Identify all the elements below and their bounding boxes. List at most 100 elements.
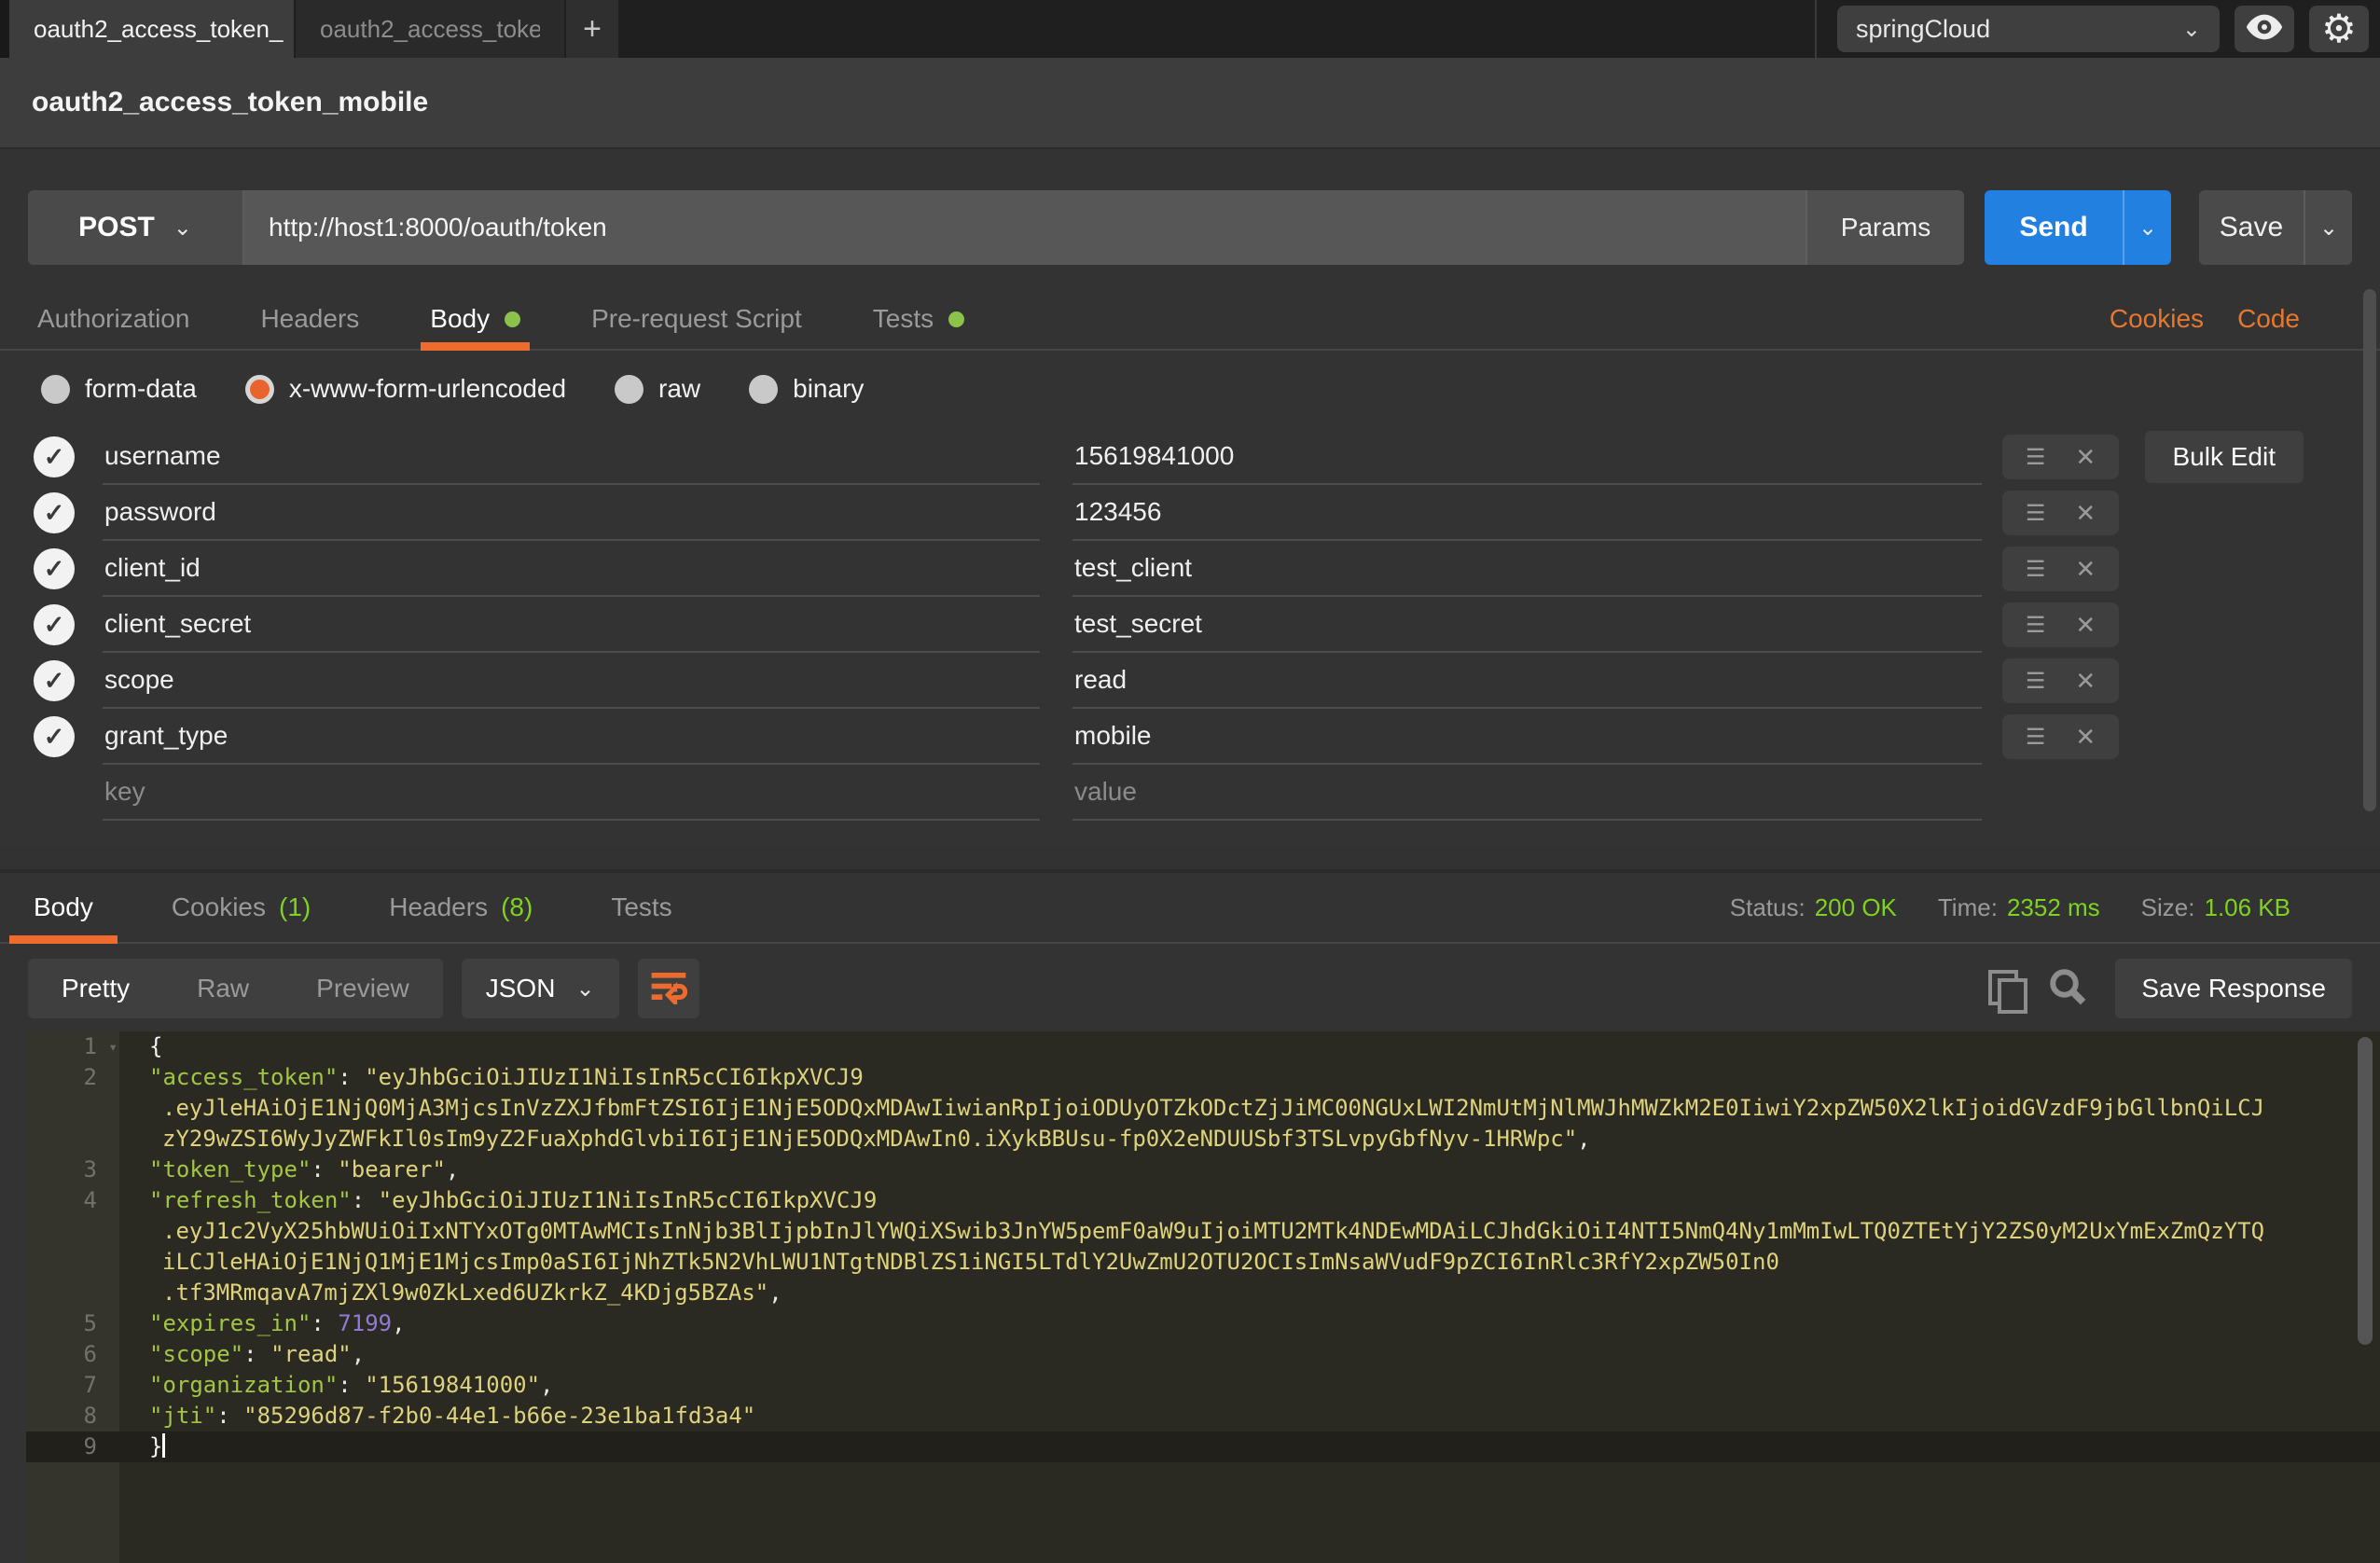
drag-handle-icon[interactable]: ☰ [2026,612,2046,639]
response-tab-label: Cookies [172,892,266,922]
fold-arrow-icon[interactable]: ▾ [108,1031,118,1062]
save-response-button[interactable]: Save Response [2115,959,2352,1018]
value-field[interactable]: read [1072,653,1982,709]
bulk-edit-button[interactable]: Bulk Edit [2145,431,2304,483]
new-tab-button[interactable]: + [564,0,618,58]
tab-body[interactable]: Body [430,289,520,349]
value-field[interactable]: mobile [1072,709,1982,765]
wrap-text-icon [650,969,687,1009]
form-row: ✓password123456☰✕ [28,485,2352,541]
body-mode-label: form-data [85,374,197,404]
delete-row-icon[interactable]: ✕ [2075,611,2096,640]
response-tab-tests[interactable]: Tests [611,873,671,942]
send-options-button[interactable]: ⌄ [2123,190,2171,265]
tab-headers[interactable]: Headers [260,289,359,349]
drag-handle-icon[interactable]: ☰ [2026,668,2046,695]
tab-tests[interactable]: Tests [873,289,964,349]
copy-icon[interactable] [1988,970,2020,1007]
row-checkbox[interactable]: ✓ [34,604,75,645]
environment-quick-look-button[interactable] [2235,6,2294,52]
response-tab-body[interactable]: Body [34,873,93,942]
save-options-button[interactable]: ⌄ [2304,190,2352,265]
delete-row-icon[interactable]: ✕ [2075,667,2096,696]
row-checkbox[interactable]: ✓ [34,492,75,533]
row-actions: ☰✕ [2002,658,2119,703]
row-actions: ☰✕ [2002,491,2119,535]
response-tab-cookies[interactable]: Cookies(1) [172,873,311,942]
response-panel: BodyCookies(1)Headers(8)Tests Status:200… [0,869,2380,1563]
line-number: 2 [26,1062,119,1093]
request-name: oauth2_access_token_mobile [32,87,428,118]
value-field[interactable]: 123456 [1072,485,1982,541]
response-tab-headers[interactable]: Headers(8) [389,873,533,942]
row-checkbox[interactable]: ✓ [34,716,75,757]
key-field[interactable]: grant_type [103,709,1040,765]
url-input[interactable]: http://host1:8000/oauth/token [244,190,1806,265]
radio-icon[interactable] [41,375,70,404]
value-placeholder-field[interactable]: value [1072,765,1982,821]
body-mode-form-data[interactable]: form-data [41,374,197,404]
editor-scrollbar[interactable] [2358,1037,2373,1345]
save-button[interactable]: Save [2199,190,2304,265]
row-checkbox[interactable]: ✓ [34,548,75,589]
body-mode-binary[interactable]: binary [749,374,864,404]
method-selector[interactable]: POST ⌄ [28,190,244,265]
key-placeholder-field[interactable]: key [103,765,1040,821]
row-checkbox[interactable]: ✓ [34,436,75,477]
request-name-bar: oauth2_access_token_mobile [0,58,2380,149]
delete-row-icon[interactable]: ✕ [2075,555,2096,584]
radio-icon[interactable] [615,375,643,404]
settings-button[interactable]: ⚙ [2309,6,2369,52]
drag-handle-icon[interactable]: ☰ [2026,724,2046,751]
value-field[interactable]: 15619841000 [1072,429,1982,485]
request-tab-inactive[interactable]: oauth2_access_token_passw [294,0,564,58]
format-label: JSON [486,974,556,1003]
environment-selector[interactable]: springCloud ⌄ [1837,6,2220,52]
delete-row-icon[interactable]: ✕ [2075,499,2096,528]
key-field[interactable]: client_secret [103,597,1040,653]
request-builder: POST ⌄ http://host1:8000/oauth/token Par… [0,149,2380,847]
params-button[interactable]: Params [1806,190,1964,265]
radio-icon[interactable] [749,375,778,404]
cookies-link[interactable]: Cookies [2110,304,2204,334]
code-link[interactable]: Code [2237,304,2300,334]
key-field[interactable]: client_id [103,541,1040,597]
form-row: ✓ client_secret test_secret ☰ ✕ [28,597,2352,653]
green-dot-icon [948,311,964,327]
key-field[interactable]: username [103,429,1040,485]
key-field[interactable]: scope [103,653,1040,709]
drag-handle-icon[interactable]: ☰ [2026,556,2046,583]
line-number: 4 [26,1185,119,1216]
row-checkbox[interactable]: ✓ [34,660,75,701]
delete-row-icon[interactable]: ✕ [2075,443,2096,472]
response-tab-label: Body [34,892,93,922]
body-mode-x-www-form-urlencoded[interactable]: x-www-form-urlencoded [245,374,566,404]
delete-row-icon[interactable]: ✕ [2075,723,2096,752]
form-row: ✓ grant_type mobile ☰ ✕ [28,709,2352,765]
value-field[interactable]: test_secret [1072,597,1982,653]
tab-pre-request-script[interactable]: Pre-request Script [591,289,802,349]
send-button[interactable]: Send [1985,190,2123,265]
wrap-text-button[interactable] [638,959,699,1018]
view-mode-pretty[interactable]: Pretty [28,974,163,1003]
search-icon[interactable] [2048,967,2087,1011]
radio-selected-icon[interactable] [245,375,274,404]
request-tab-active[interactable]: oauth2_access_token_ ✕ [9,0,294,58]
request-links: Cookies Code [2110,304,2343,334]
window-tab-bar: oauth2_access_token_ ✕ oauth2_access_tok… [0,0,2380,58]
response-body-editor[interactable]: 1▾{2"access_token": "eyJhbGciOiJIUzI1NiI… [26,1031,2380,1563]
value-field[interactable]: test_client [1072,541,1982,597]
body-mode-raw[interactable]: raw [615,374,700,404]
tab-authorization[interactable]: Authorization [37,289,189,349]
drag-handle-icon[interactable]: ☰ [2026,500,2046,527]
code-line: 9} [26,1432,2380,1462]
view-mode-raw[interactable]: Raw [163,974,283,1003]
row-checkbox-cell: ✓ [28,604,103,645]
builder-scrollbar[interactable] [2363,289,2376,811]
key-field[interactable]: password [103,485,1040,541]
drag-handle-icon[interactable]: ☰ [2026,444,2046,471]
view-mode-preview[interactable]: Preview [283,974,443,1003]
format-selector[interactable]: JSON ⌄ [462,959,619,1018]
chevron-down-icon: ⌄ [575,975,594,1003]
code-line: .eyJleHAiOjE1NjQ0MjA3MjcsInVzZXJfbmFtZSI… [26,1093,2380,1124]
